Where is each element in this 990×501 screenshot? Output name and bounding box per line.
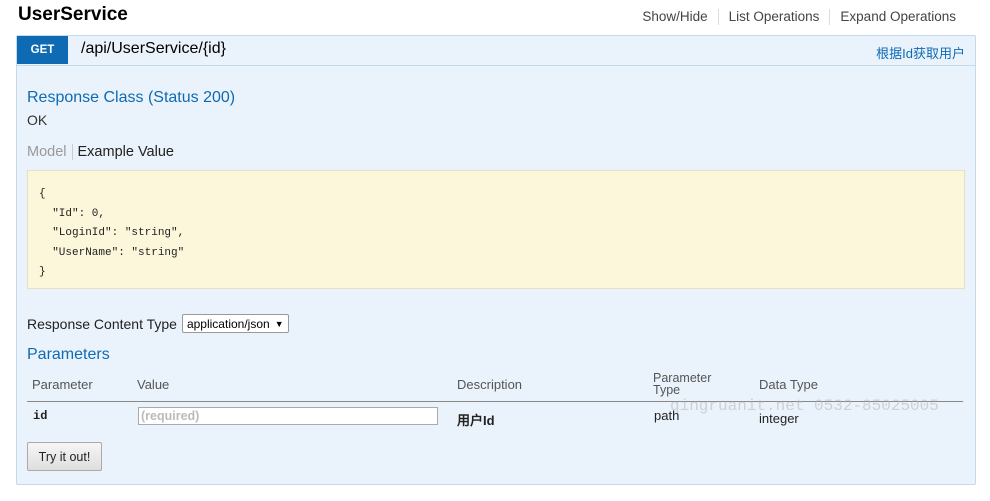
header-parameter-type: Parameter Type — [653, 372, 711, 397]
header-parameter: Parameter — [32, 377, 93, 392]
response-content-type: Response Content Type application/json ▼ — [27, 314, 289, 333]
param-name: id — [33, 409, 48, 423]
operation-path[interactable]: /api/UserService/{id} — [81, 40, 226, 58]
content-type-selected: application/json — [186, 316, 270, 331]
example-json: { "Id": 0, "LoginId": "string", "UserNam… — [39, 188, 185, 278]
header-value: Value — [137, 377, 170, 392]
watermark: qingruanit.net 0532-85025005 — [670, 397, 939, 415]
expand-operations-link[interactable]: Expand Operations — [829, 9, 966, 25]
dropdown-caret-icon: ▼ — [274, 318, 284, 329]
header-data-type: Data Type — [759, 377, 819, 392]
response-class-title: Response Class (Status 200) — [27, 89, 236, 106]
operation-header[interactable]: GET /api/UserService/{id} 根据Id获取用户 — [17, 36, 975, 66]
param-id-input[interactable] — [138, 407, 438, 425]
response-tabs: Model Example Value — [27, 144, 174, 160]
response-status-text: OK — [27, 112, 48, 128]
resource-title[interactable]: UserService — [18, 4, 128, 26]
operation-panel: GET /api/UserService/{id} 根据Id获取用户 Respo… — [16, 35, 976, 485]
param-description: 用户Id — [457, 413, 495, 428]
parameters-title: Parameters — [27, 346, 110, 363]
header-description: Description — [457, 377, 523, 392]
example-value-box[interactable]: { "Id": 0, "LoginId": "string", "UserNam… — [27, 170, 965, 289]
show-hide-link[interactable]: Show/Hide — [632, 9, 717, 25]
list-operations-link[interactable]: List Operations — [717, 9, 830, 25]
tab-example-value[interactable]: Example Value — [73, 144, 174, 160]
http-method-badge[interactable]: GET — [17, 36, 68, 64]
resource-nav: Show/Hide List Operations Expand Operati… — [632, 9, 966, 25]
content-type-select[interactable]: application/json ▼ — [181, 314, 289, 333]
header-parameter-type-line2: Type — [653, 383, 681, 397]
tab-model[interactable]: Model — [27, 144, 73, 160]
operation-summary[interactable]: 根据Id获取用户 — [876, 43, 965, 62]
try-it-out-button[interactable]: Try it out! — [27, 442, 102, 471]
response-content-type-label: Response Content Type — [27, 315, 177, 332]
